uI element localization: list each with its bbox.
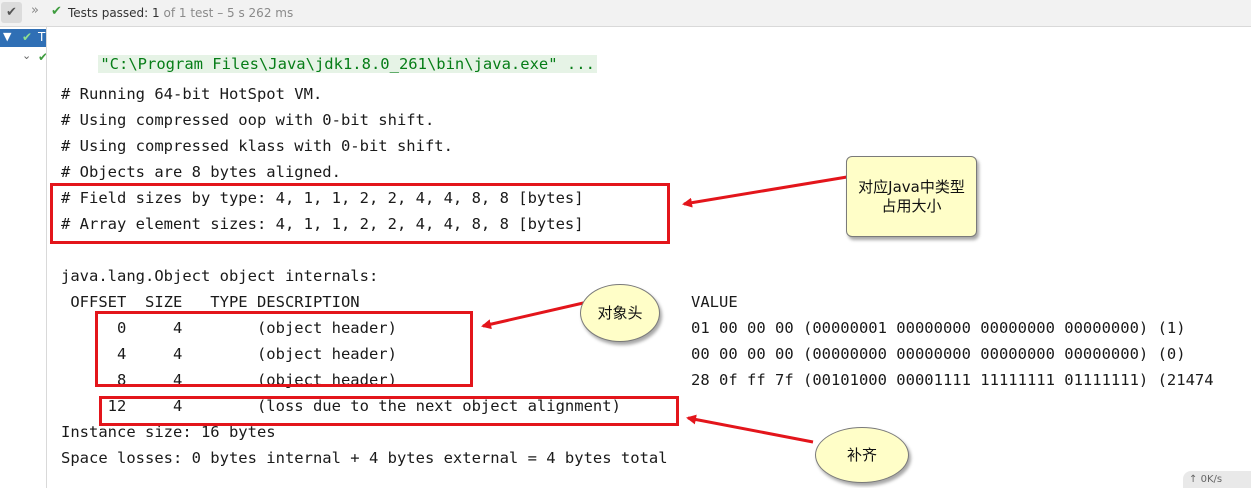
object-header-highlight xyxy=(95,311,473,387)
test-passed-icon: ✔ xyxy=(22,30,33,44)
test-tree-panel: ▼ ✔ T ⌄ ✔ xyxy=(0,27,47,488)
type-size-callout: 对应Java中类型占用大小 xyxy=(846,156,977,237)
tree-item-label: T xyxy=(38,30,46,44)
console-line: # Objects are 8 bytes aligned. xyxy=(61,163,341,181)
command-line: "C:\Program Files\Java\jdk1.8.0_261\bin\… xyxy=(61,31,597,73)
table-row-value: 01 00 00 00 (00000001 00000000 00000000 … xyxy=(691,319,1186,337)
space-losses-line: Space losses: 0 bytes internal + 4 bytes… xyxy=(61,449,668,467)
field-sizes-highlight xyxy=(50,183,670,244)
console-line: # Using compressed oop with 0-bit shift. xyxy=(61,111,435,129)
test-passed-icon: ✔ xyxy=(51,4,62,19)
test-status-bar: ✔ » ✔ Tests passed: 1 of 1 test – 5 s 26… xyxy=(0,0,1251,27)
value-header: VALUE xyxy=(691,293,738,311)
tree-item-root[interactable]: ▼ ✔ T xyxy=(0,29,46,47)
show-passed-toggle[interactable]: ✔ xyxy=(1,2,22,23)
speed-text: 0K/s xyxy=(1200,474,1223,485)
pass-label: Tests passed: xyxy=(68,6,149,20)
object-header-callout: 对象头 xyxy=(580,284,660,342)
console-line: # Using compressed klass with 0-bit shif… xyxy=(61,137,453,155)
double-chevron-right-icon[interactable]: » xyxy=(31,3,39,18)
console-line: # Running 64-bit HotSpot VM. xyxy=(61,85,323,103)
tree-item-child[interactable]: ⌄ ✔ xyxy=(0,49,46,67)
upload-arrow-icon: ↑ xyxy=(1189,474,1198,485)
total-text: of 1 test xyxy=(163,6,214,20)
table-row-value: 28 0f ff 7f (00101000 00001111 11111111 … xyxy=(691,371,1214,389)
table-row-value: 00 00 00 00 (00000000 00000000 00000000 … xyxy=(691,345,1186,363)
java-command[interactable]: "C:\Program Files\Java\jdk1.8.0_261\bin\… xyxy=(98,55,597,73)
object-internals-title: java.lang.Object object internals: xyxy=(61,267,379,285)
chevron-down-icon[interactable]: ▼ xyxy=(3,30,11,43)
padding-callout: 补齐 xyxy=(815,427,909,483)
chevron-down-icon[interactable]: ⌄ xyxy=(22,49,31,62)
checkmark-icon: ✔ xyxy=(6,5,17,20)
alignment-loss-highlight xyxy=(99,396,679,426)
network-speed-widget: ↑ 0K/s xyxy=(1183,471,1251,488)
columns-header: OFFSET SIZE TYPE DESCRIPTION xyxy=(61,293,360,311)
duration: – 5 s 262 ms xyxy=(217,6,294,20)
pass-count: 1 xyxy=(152,6,160,20)
test-status-text: Tests passed: 1 of 1 test – 5 s 262 ms xyxy=(68,6,293,20)
test-passed-icon: ✔ xyxy=(38,50,46,64)
